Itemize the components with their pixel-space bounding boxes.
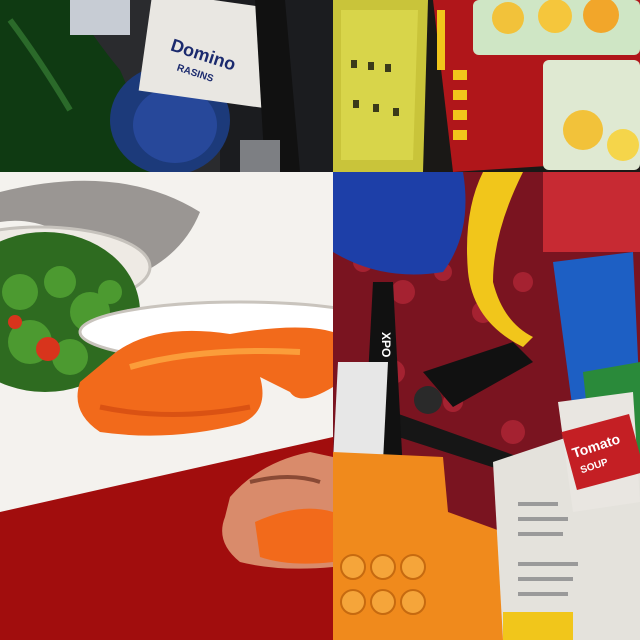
pizza-plate-tile <box>0 172 333 640</box>
marker-label: XPO <box>379 332 393 357</box>
cereal-boxes-tile <box>333 0 640 172</box>
pantry-shelf-tile: Domino RASINS <box>0 0 333 172</box>
image-mosaic: Domino RASINS XPO Tomato SOUP <box>0 0 640 640</box>
toy-clutter-tile: XPO Tomato SOUP <box>333 172 640 640</box>
